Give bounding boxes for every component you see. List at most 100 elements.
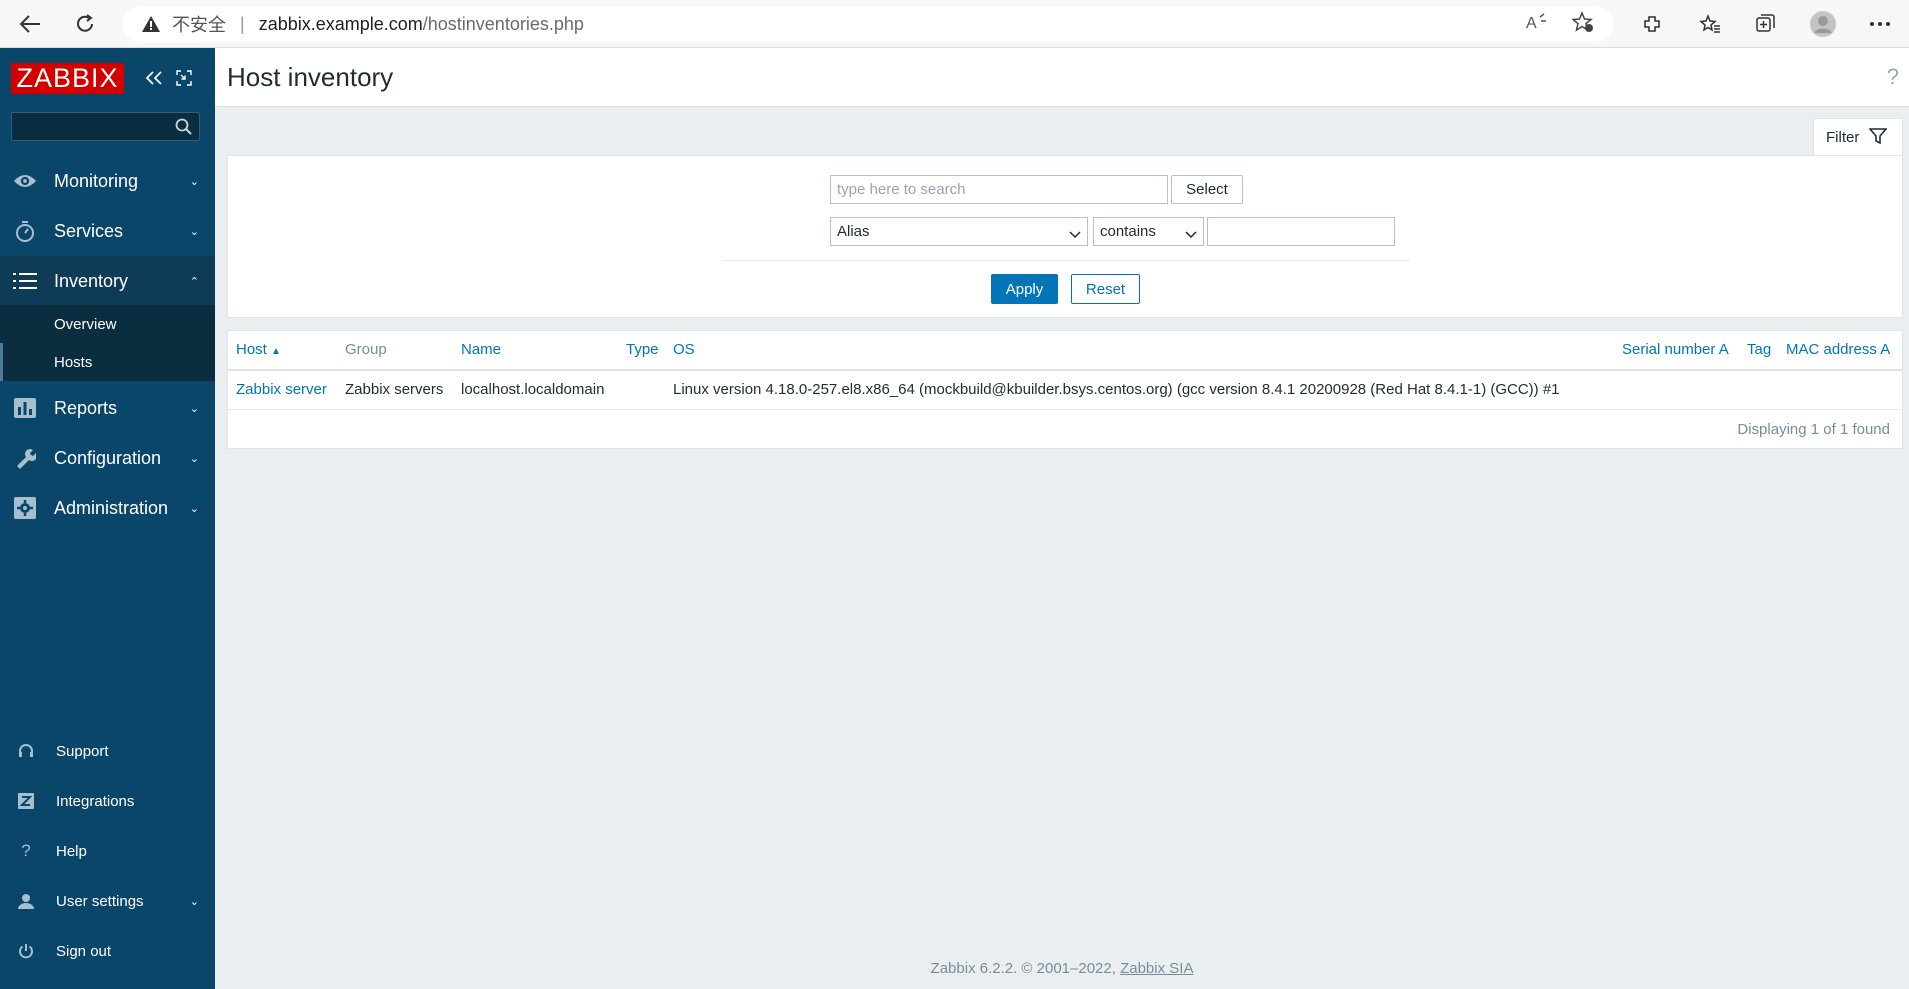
collections-icon[interactable] [1749,8,1781,40]
page-header: Host inventory ? [215,48,1909,107]
browser-toolbar: 不安全 | zabbix.example.com /hostinventorie… [0,0,1909,48]
filter-panel: Host groups type here to search Select F… [227,155,1903,318]
footer-company-link[interactable]: Zabbix SIA [1120,960,1193,977]
column-header-serial-number[interactable]: Serial number A [1622,341,1729,358]
profile-avatar-icon[interactable] [1807,8,1839,40]
search-icon[interactable] [175,118,193,140]
address-separator: | [240,13,245,34]
operator-select[interactable]: contains [1093,217,1204,246]
menu-reports[interactable]: Reports ⌄ [0,383,215,433]
list-icon [13,270,37,292]
eye-icon [13,170,37,192]
chevron-down-icon [1069,226,1081,243]
wrench-icon [13,447,37,469]
collapse-sidebar-icon[interactable] [144,68,164,88]
column-header-host[interactable]: Host ▲ [236,341,281,358]
submenu-overview[interactable]: Overview [0,305,215,343]
filter-tab[interactable]: Filter [1813,118,1903,156]
menu-label: Configuration [54,447,162,468]
menu-label: Help [56,842,87,860]
column-header-group: Group [345,341,387,358]
chevron-down-icon: ⌄ [189,175,199,188]
operator-select-value: contains [1100,223,1156,240]
chevron-down-icon: ⌄ [189,502,199,515]
url-path: /hostinventories.php [422,13,584,34]
filter-funnel-icon [1868,127,1889,149]
url-domain: zabbix.example.com [258,13,423,34]
menu-label: Sign out [56,942,112,960]
zabbix-logo[interactable]: ZABBIX [11,63,124,94]
menu-configuration[interactable]: Configuration ⌄ [0,433,215,483]
menu-label: Support [56,742,109,760]
submenu-hosts[interactable]: Hosts [0,343,215,381]
favorites-icon[interactable] [1694,8,1726,40]
cell-group: Zabbix servers [345,381,444,398]
z-icon [15,790,37,812]
question-icon: ? [21,841,31,860]
filter-tab-label: Filter [1826,129,1860,146]
extensions-icon[interactable] [1636,8,1668,40]
address-bar[interactable]: 不安全 | zabbix.example.com /hostinventorie… [122,6,1614,42]
menu-integrations[interactable]: Integrations [0,776,215,826]
menu-label: Inventory [54,270,129,291]
chevron-down-icon: ⌄ [189,452,199,465]
column-header-name[interactable]: Name [461,341,501,358]
menu-label: Monitoring [54,170,139,191]
chevron-down-icon: ⌄ [189,402,199,415]
page-footer: Zabbix 6.2.2. © 2001–2022, Zabbix SIA [215,960,1909,977]
user-icon [15,890,37,912]
paging-info: Displaying 1 of 1 found [1737,421,1890,438]
cell-host-link[interactable]: Zabbix server [236,381,327,398]
menu-help[interactable]: ? Help [0,826,215,876]
select-button[interactable]: Select [1171,175,1243,204]
inventory-submenu: Overview Hosts [0,305,215,381]
row-divider [228,409,1902,410]
column-header-mac-address[interactable]: MAC address A [1786,341,1890,358]
chevron-down-icon [1185,226,1197,243]
menu-sign-out[interactable]: Sign out [0,926,215,976]
page-title: Host inventory [227,62,394,92]
stopwatch-icon [13,220,37,242]
menu-label: Reports [54,397,118,418]
column-header-tag[interactable]: Tag [1747,341,1771,358]
menu-administration[interactable]: Administration ⌄ [0,483,215,533]
column-header-os[interactable]: OS [673,341,695,358]
menu-label: User settings [56,892,144,910]
apply-button[interactable]: Apply [991,274,1058,304]
reset-button[interactable]: Reset [1071,274,1140,304]
power-icon [15,940,37,962]
field-value-input[interactable] [1207,217,1395,246]
field-select[interactable]: Alias [830,217,1088,246]
read-aloud-icon[interactable]: A [1526,12,1548,36]
footer-text: Zabbix 6.2.2. © 2001–2022, [930,960,1116,977]
column-header-type[interactable]: Type [626,341,659,358]
refresh-icon[interactable] [69,8,101,40]
add-favorite-icon[interactable] [1571,10,1594,38]
insecure-label: 不安全 [172,15,226,35]
cell-os: Linux version 4.18.0-257.el8.x86_64 (moc… [673,381,1560,398]
bar-chart-icon [13,397,37,419]
inventory-table: Host ▲ Group Name Type OS Serial number … [227,330,1903,449]
headset-icon [15,740,37,762]
help-question-icon[interactable]: ? [1887,64,1899,90]
menu-user-settings[interactable]: User settings ⌄ [0,876,215,926]
chevron-down-icon: ⌄ [189,895,199,908]
menu-services[interactable]: Services ⌄ [0,206,215,256]
more-icon[interactable] [1864,8,1896,40]
field-select-value: Alias [837,223,870,240]
sidebar-search-input[interactable] [11,112,200,141]
menu-support[interactable]: Support [0,726,215,776]
menu-label: Services [54,220,124,241]
menu-monitoring[interactable]: Monitoring ⌄ [0,156,215,206]
sort-ascending-icon: ▲ [271,346,281,357]
menu-inventory[interactable]: Inventory ⌃ [0,256,215,306]
chevron-up-icon: ⌃ [189,275,199,288]
sidebar: ZABBIX Monitoring ⌄ Services ⌄ Inventory… [0,48,215,989]
menu-label: Administration [54,497,169,518]
cell-name: localhost.localdomain [461,381,605,398]
host-groups-input[interactable]: type here to search [830,175,1168,204]
chevron-down-icon: ⌄ [189,225,199,238]
back-icon[interactable] [14,8,46,40]
table-header-divider [228,369,1902,371]
kiosk-mode-icon[interactable] [174,68,194,88]
